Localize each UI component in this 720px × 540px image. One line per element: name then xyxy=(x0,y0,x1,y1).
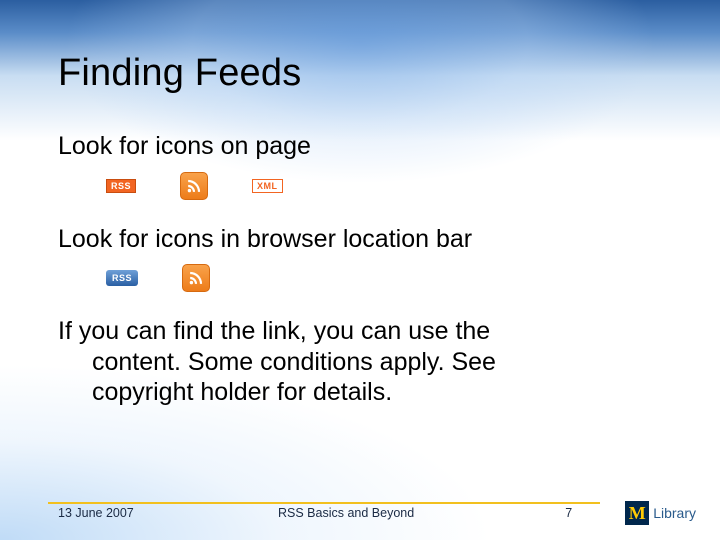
paragraph: If you can find the link, you can use th… xyxy=(58,316,662,408)
m-logo-icon: M xyxy=(625,501,649,525)
paragraph-line-1: If you can find the link, you can use th… xyxy=(58,317,490,345)
section-2-heading: Look for icons in browser location bar xyxy=(58,224,662,255)
footer-date: 13 June 2007 xyxy=(58,506,278,520)
section-1-icon-row: RSS XML xyxy=(58,170,662,202)
paragraph-line-2: content. Some conditions apply. See xyxy=(58,347,662,378)
library-word: Library xyxy=(653,505,696,521)
rss-blue-badge-icon: RSS xyxy=(106,270,138,286)
slide-footer: 13 June 2007 RSS Basics and Beyond 7 M L… xyxy=(0,492,720,540)
section-1-heading: Look for icons on page xyxy=(58,131,662,162)
slide-title: Finding Feeds xyxy=(58,52,662,95)
paragraph-line-3: copyright holder for details. xyxy=(58,377,662,408)
rss-orange-badge-icon: RSS xyxy=(106,179,136,193)
footer-page-number: 7 xyxy=(565,506,625,520)
xml-badge-icon: XML xyxy=(252,179,283,193)
slide-content: Finding Feeds Look for icons on page RSS… xyxy=(0,0,720,540)
rss-feed-icon xyxy=(180,172,208,200)
section-2-icon-row: RSS xyxy=(58,262,662,294)
footer-accent-line xyxy=(48,502,600,504)
footer-title: RSS Basics and Beyond xyxy=(278,506,565,520)
rss-feed-icon xyxy=(182,264,210,292)
library-logo: M Library xyxy=(625,501,696,525)
